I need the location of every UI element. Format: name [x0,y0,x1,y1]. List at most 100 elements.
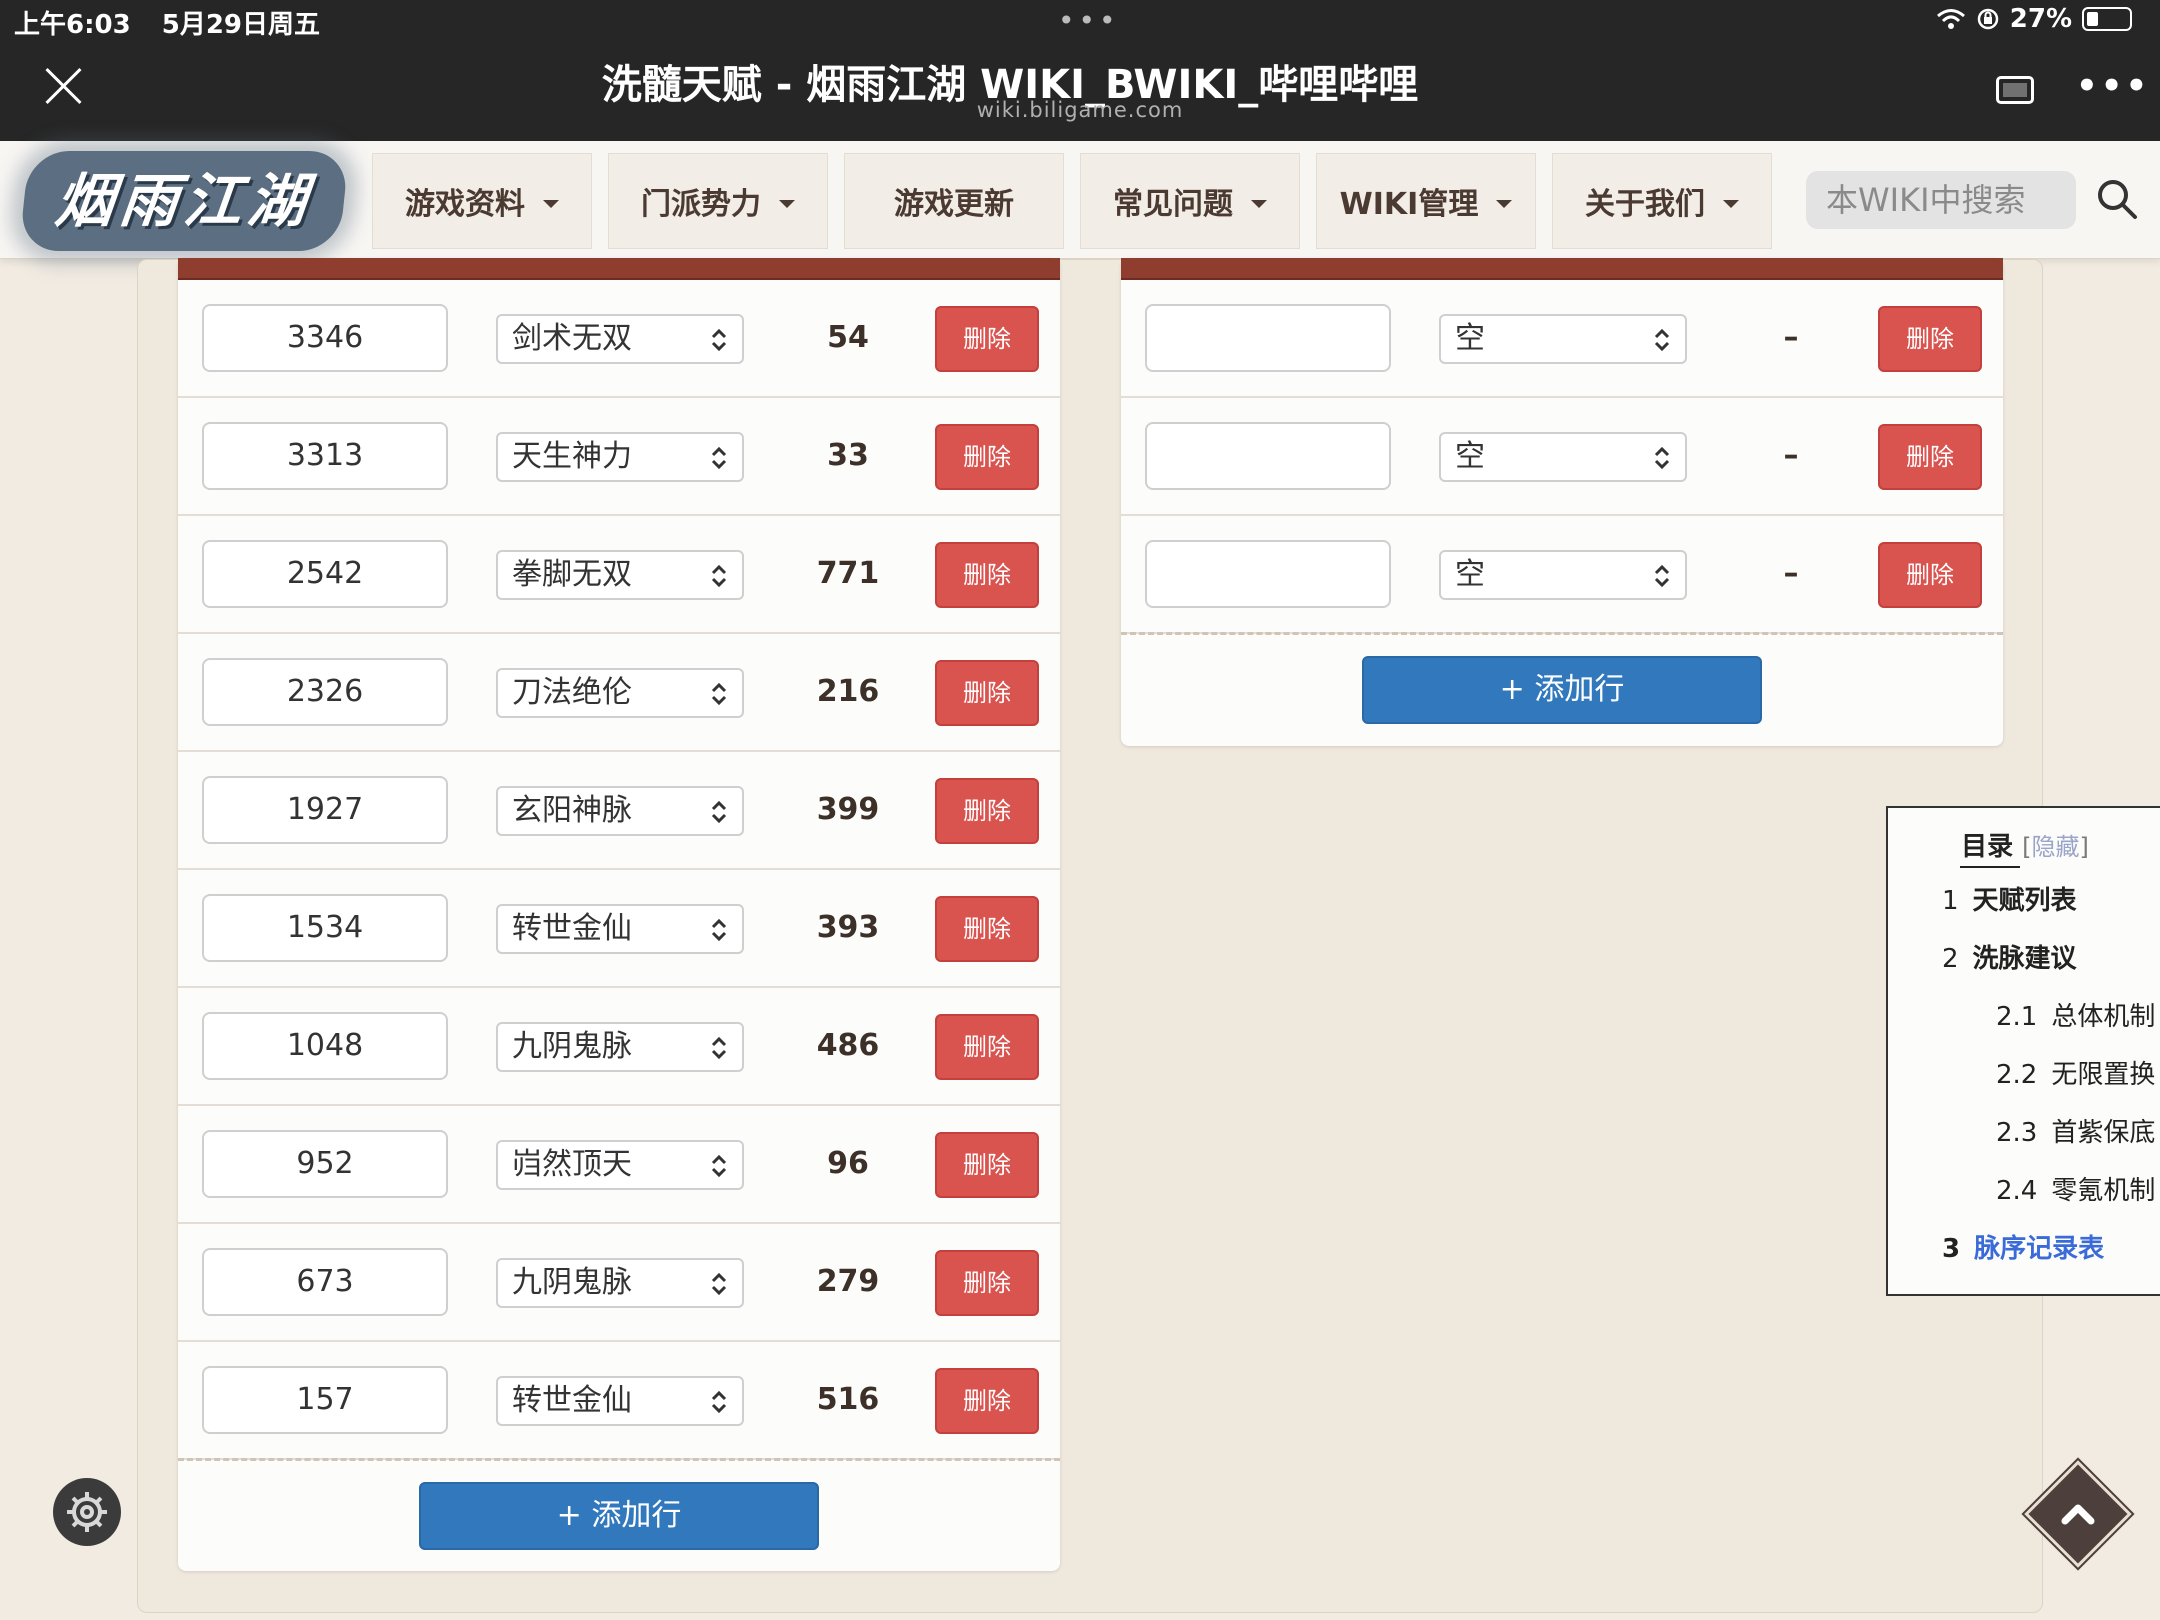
talent-select-value: 岿然顶天 [512,1147,632,1182]
talent-select[interactable]: 岿然顶天 [496,1140,744,1190]
delete-button[interactable]: 删除 [935,1132,1039,1198]
number-input[interactable]: 1927 [202,776,448,844]
toc-item-number: 2.3 [1996,1118,2038,1148]
talent-select-value: 空 [1455,321,1485,356]
toc-hide-label: 隐藏 [2031,833,2080,861]
updown-chevron-icon [1654,446,1670,470]
talent-select[interactable]: 九阴鬼脉 [496,1258,744,1308]
number-input[interactable]: 157 [202,1366,448,1434]
toc-item[interactable]: 1 天赋列表 [1942,880,2077,917]
toc-item[interactable]: 2 洗脉建议 [1942,938,2077,975]
delete-button[interactable]: 删除 [935,542,1039,608]
number-input[interactable]: 3313 [202,422,448,490]
talent-select-value: 空 [1455,439,1485,474]
add-row-button[interactable]: + 添加行 [1362,656,1762,724]
multitask-dots[interactable]: ••• [1058,4,1120,37]
add-row-button[interactable]: + 添加行 [419,1482,819,1550]
table-divider [178,1458,1060,1461]
number-input[interactable]: 673 [202,1248,448,1316]
toc-item[interactable]: 2.2 无限置换 [1996,1054,2155,1091]
number-input[interactable]: 1534 [202,894,448,962]
talent-select[interactable]: 剑术无双 [496,314,744,364]
nav-item-6[interactable]: 关于我们 [1552,153,1772,249]
talent-value: 516 [816,1382,880,1417]
table-row: 673 九阴鬼脉 279 删除 [178,1224,1060,1342]
number-input[interactable] [1145,304,1391,372]
talent-value: – [1783,320,1799,355]
tabs-icon[interactable] [1996,76,2034,104]
delete-button[interactable]: 删除 [935,1368,1039,1434]
table-row: 1534 转世金仙 393 删除 [178,870,1060,988]
updown-chevron-icon [711,1154,727,1178]
settings-button[interactable] [53,1478,121,1546]
number-input[interactable]: 2326 [202,658,448,726]
delete-button[interactable]: 删除 [1878,542,1982,608]
updown-chevron-icon [711,800,727,824]
toc-item[interactable]: 3 脉序记录表 [1942,1228,2104,1265]
chevron-up-icon [2061,1504,2095,1525]
toc-item[interactable]: 2.3 首紫保底 [1996,1112,2155,1149]
table-row: 1927 玄阳神脉 399 删除 [178,752,1060,870]
toc-item-number: 2.2 [1996,1060,2038,1090]
nav-item-3[interactable]: 游戏更新 [844,153,1064,249]
number-input[interactable] [1145,540,1391,608]
toc-item[interactable]: 2.1 总体机制 [1996,996,2155,1033]
delete-button[interactable]: 删除 [1878,306,1982,372]
table-row: 157 转世金仙 516 删除 [178,1342,1060,1460]
talent-select[interactable]: 天生神力 [496,432,744,482]
delete-button[interactable]: 删除 [935,778,1039,844]
talent-select[interactable]: 拳脚无双 [496,550,744,600]
chevron-down-icon [779,200,795,208]
number-input[interactable]: 1048 [202,1012,448,1080]
nav-item-2[interactable]: 门派势力 [608,153,828,249]
talent-select[interactable]: 空 [1439,314,1687,364]
delete-button[interactable]: 删除 [935,1014,1039,1080]
nav-item-5[interactable]: WIKI管理 [1316,153,1536,249]
talent-select[interactable]: 转世金仙 [496,904,744,954]
talent-value: 279 [816,1264,880,1299]
number-input[interactable]: 952 [202,1130,448,1198]
site-logo[interactable]: 烟雨江湖 [18,151,350,251]
nav-item-label: WIKI管理 [1339,187,1479,222]
talent-select[interactable]: 空 [1439,432,1687,482]
delete-button[interactable]: 删除 [935,660,1039,726]
status-bar-right: 27% [1936,4,2132,34]
search-icon[interactable] [2095,177,2139,221]
talent-select-value: 空 [1455,557,1485,592]
talent-value: 216 [816,674,880,709]
updown-chevron-icon [711,1272,727,1296]
chevron-down-icon [1251,200,1267,208]
battery-percent: 27% [2009,4,2072,34]
number-input[interactable] [1145,422,1391,490]
talent-select-value: 九阴鬼脉 [512,1265,632,1300]
number-input[interactable]: 3346 [202,304,448,372]
page-url[interactable]: wiki.biligame.com [780,98,1380,122]
talent-select[interactable]: 玄阳神脉 [496,786,744,836]
delete-button[interactable]: 删除 [935,1250,1039,1316]
talent-value: 54 [827,320,869,355]
talent-select[interactable]: 转世金仙 [496,1376,744,1426]
toc-item-label: 总体机制 [2051,1002,2156,1032]
toc-item[interactable]: 2.4 零氪机制 [1996,1170,2155,1207]
toc-hide-close: ] [2079,833,2089,861]
number-input[interactable]: 2542 [202,540,448,608]
toc-hide-link[interactable]: [隐藏] [2022,833,2089,861]
nav-item-1[interactable]: 游戏资料 [372,153,592,249]
delete-button[interactable]: 删除 [935,896,1039,962]
delete-button[interactable]: 删除 [935,306,1039,372]
talent-select[interactable]: 刀法绝伦 [496,668,744,718]
status-bar-left: 上午6:03 5月29日周五 [14,4,320,41]
table-row: 952 岿然顶天 96 删除 [178,1106,1060,1224]
talent-value: – [1783,556,1799,591]
nav-item-4[interactable]: 常见问题 [1080,153,1300,249]
more-options-icon[interactable]: ••• [2076,66,2150,106]
talent-select[interactable]: 空 [1439,550,1687,600]
delete-button[interactable]: 删除 [935,424,1039,490]
search-input[interactable]: 本WIKI中搜索 [1806,171,2076,229]
delete-button[interactable]: 删除 [1878,424,1982,490]
table-row: 空 – 删除 [1121,398,2003,516]
status-time: 上午6:03 [14,10,131,40]
talent-select[interactable]: 九阴鬼脉 [496,1022,744,1072]
close-icon[interactable] [44,66,84,106]
nav-item-label: 关于我们 [1585,187,1705,222]
